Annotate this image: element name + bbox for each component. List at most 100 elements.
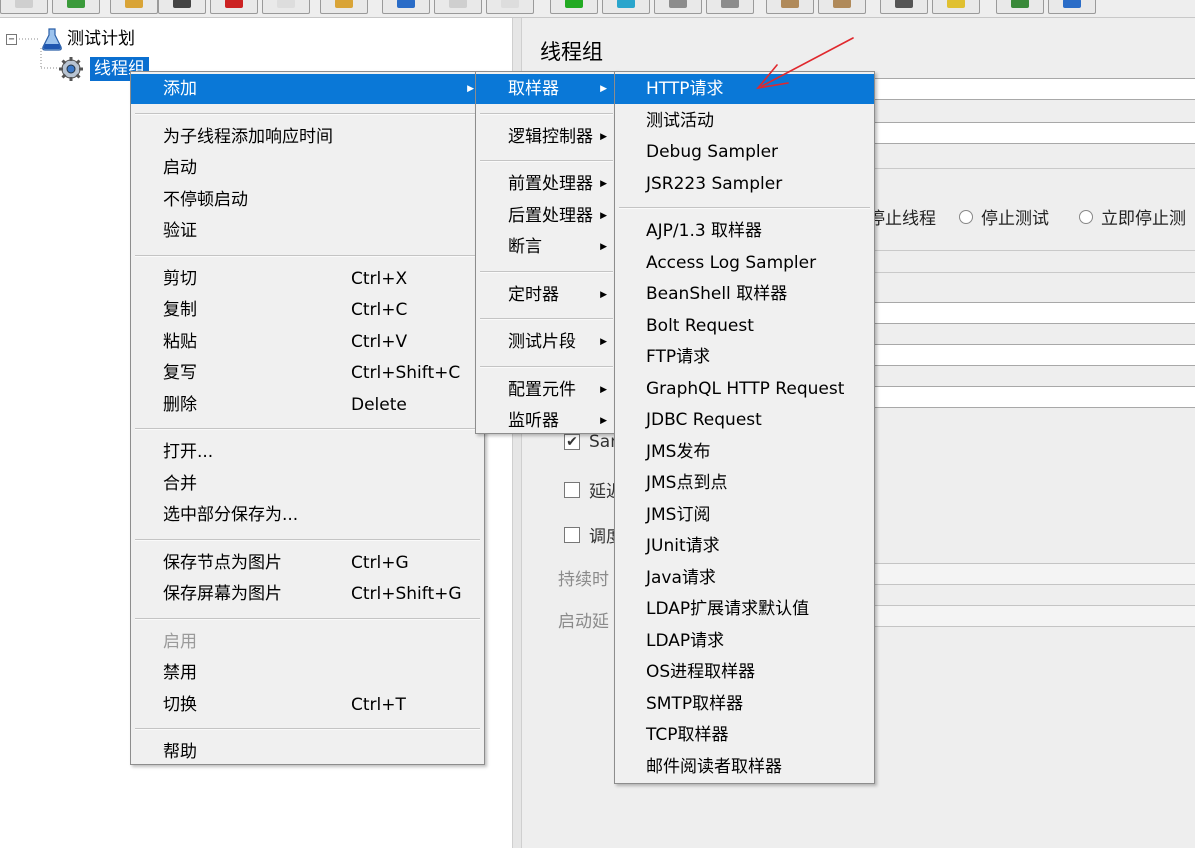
sampler-submenu-item-1-6[interactable]: JDBC Request <box>615 405 874 435</box>
sampler-submenu-item-0-0[interactable]: HTTP请求 <box>615 74 874 104</box>
sampler-submenu-item-1-16[interactable]: TCP取样器 <box>615 720 874 750</box>
add-submenu-item-0-0[interactable]: 取样器 ▶ <box>476 74 617 104</box>
add-submenu-item-5-1[interactable]: 监听器 ▶ <box>476 406 617 436</box>
context-menu-item-1-2[interactable]: 不停顿启动 <box>131 185 484 215</box>
add-submenu-item-2-0[interactable]: 前置处理器 ▶ <box>476 169 617 199</box>
radio-stop-thread[interactable]: 停止线程 <box>868 204 936 229</box>
threads-field[interactable] <box>872 302 1195 324</box>
divider <box>872 168 1195 169</box>
context-menu-item-2-3[interactable]: 复写 Ctrl+Shift+C <box>131 358 484 388</box>
toolbar <box>0 0 1195 18</box>
toolbar-button-paste[interactable] <box>320 0 368 14</box>
name-field[interactable] <box>872 78 1195 100</box>
radio-stop-test-now[interactable]: 立即停止测 <box>1079 204 1186 229</box>
submenu-arrow-icon: ▶ <box>600 179 607 189</box>
toolbar-button-reset-search[interactable] <box>932 0 980 14</box>
checkbox[interactable] <box>564 481 580 498</box>
sampler-submenu-item-1-4[interactable]: FTP请求 <box>615 342 874 372</box>
context-menu-item-6-0[interactable]: 帮助 <box>131 737 484 767</box>
checkbox[interactable]: ✔ <box>564 434 580 450</box>
toolbar-button-collapse[interactable] <box>434 0 482 14</box>
menu-item-label: GraphQL HTTP Request <box>646 378 845 399</box>
loop-count-field[interactable] <box>872 386 1195 408</box>
menu-item-label: 打开... <box>163 442 214 462</box>
sampler-submenu-item-1-2[interactable]: BeanShell 取样器 <box>615 279 874 309</box>
context-menu-item-4-1[interactable]: 保存屏幕为图片 Ctrl+Shift+G <box>131 579 484 609</box>
add-submenu-item-2-2[interactable]: 断言 ▶ <box>476 232 617 262</box>
context-menu-item-1-3[interactable]: 验证 <box>131 216 484 246</box>
context-menu-item-2-0[interactable]: 剪切 Ctrl+X <box>131 264 484 294</box>
add-submenu-item-1-0[interactable]: 逻辑控制器 ▶ <box>476 122 617 152</box>
menu-item-label: Debug Sampler <box>646 142 779 162</box>
sampler-submenu-item-1-17[interactable]: 邮件阅读者取样器 <box>615 752 874 782</box>
context-menu-item-1-0[interactable]: 为子线程添加响应时间 <box>131 122 484 152</box>
sampler-submenu-item-1-12[interactable]: LDAP扩展请求默认值 <box>615 594 874 624</box>
context-menu-item-4-0[interactable]: 保存节点为图片 Ctrl+G <box>131 548 484 578</box>
context-menu-item-5-2[interactable]: 切换 Ctrl+T <box>131 690 484 720</box>
toolbar-button-search[interactable] <box>880 0 928 14</box>
radio-button[interactable] <box>959 209 973 224</box>
comment-field[interactable] <box>872 122 1195 144</box>
tree-node-test-plan[interactable]: − 测试计划 <box>6 26 139 52</box>
toolbar-button-cut[interactable] <box>210 0 258 14</box>
toolbar-button-start-no-pause[interactable] <box>602 0 650 14</box>
context-menu-item-3-1[interactable]: 合并 <box>131 469 484 499</box>
toolbar-button-start[interactable] <box>550 0 598 14</box>
checkbox[interactable] <box>564 526 580 543</box>
startup-delay-field[interactable] <box>872 605 1195 627</box>
sampler-submenu-item-1-8[interactable]: JMS点到点 <box>615 468 874 498</box>
menu-item-label: 后置处理器 <box>508 205 593 226</box>
add-submenu-item-3-0[interactable]: 定时器 ▶ <box>476 280 617 310</box>
menu-item-label: 取样器 <box>508 79 559 99</box>
toolbar-button-expand[interactable] <box>382 0 430 14</box>
sampler-submenu-item-1-9[interactable]: JMS订阅 <box>615 500 874 530</box>
context-menu-item-5-1[interactable]: 禁用 <box>131 658 484 688</box>
sampler-submenu-item-1-10[interactable]: JUnit请求 <box>615 531 874 561</box>
context-menu-item-2-1[interactable]: 复制 Ctrl+C <box>131 295 484 325</box>
tree-collapse-toggle[interactable]: − <box>6 33 17 45</box>
context-menu-item-3-0[interactable]: 打开... <box>131 437 484 467</box>
sampler-submenu-item-1-3[interactable]: Bolt Request <box>615 311 874 341</box>
sampler-submenu-item-1-7[interactable]: JMS发布 <box>615 437 874 467</box>
context-menu-item-5-0[interactable]: 启用 <box>131 627 484 657</box>
menu-item-shortcut: Ctrl+Shift+G <box>351 584 462 604</box>
toolbar-button-toggle[interactable] <box>486 0 534 14</box>
add-submenu-item-2-1[interactable]: 后置处理器 ▶ <box>476 201 617 231</box>
sampler-submenu-item-0-3[interactable]: JSR223 Sampler <box>615 169 874 199</box>
sampler-submenu-item-1-14[interactable]: OS进程取样器 <box>615 657 874 687</box>
toolbar-button-function-helper[interactable] <box>996 0 1044 14</box>
sampler-submenu-item-1-0[interactable]: AJP/1.3 取样器 <box>615 216 874 246</box>
menu-item-label: 复写 <box>163 363 197 383</box>
toolbar-button-save[interactable] <box>158 0 206 14</box>
toolbar-button-shutdown[interactable] <box>706 0 754 14</box>
toolbar-button-stop[interactable] <box>654 0 702 14</box>
toolbar-button-open[interactable] <box>110 0 158 14</box>
toolbar-button-new[interactable] <box>0 0 48 14</box>
toolbar-button-help[interactable] <box>1048 0 1096 14</box>
toolbar-button-templates[interactable] <box>52 0 100 14</box>
radio-button[interactable] <box>1079 209 1093 224</box>
radio-stop-test[interactable]: 停止测试 <box>959 204 1049 229</box>
sampler-submenu-item-0-2[interactable]: Debug Sampler <box>615 137 874 167</box>
submenu-arrow-icon: ▶ <box>600 337 607 347</box>
add-submenu-item-5-0[interactable]: 配置元件 ▶ <box>476 375 617 405</box>
sampler-submenu-item-1-11[interactable]: Java请求 <box>615 563 874 593</box>
sampler-submenu-item-1-13[interactable]: LDAP请求 <box>615 626 874 656</box>
context-menu-item-0-0[interactable]: 添加 ▶ <box>131 74 484 104</box>
play-icon <box>565 0 583 8</box>
duration-field[interactable] <box>872 563 1195 585</box>
sampler-submenu-item-1-5[interactable]: GraphQL HTTP Request <box>615 374 874 404</box>
tree-dotted-connector <box>40 48 58 69</box>
toolbar-button-clear[interactable] <box>766 0 814 14</box>
toolbar-button-copy[interactable] <box>262 0 310 14</box>
sampler-submenu-item-0-1[interactable]: 测试活动 <box>615 106 874 136</box>
toolbar-button-clear-all[interactable] <box>818 0 866 14</box>
context-menu-item-1-1[interactable]: 启动 <box>131 153 484 183</box>
add-submenu-item-4-0[interactable]: 测试片段 ▶ <box>476 327 617 357</box>
context-menu-item-2-4[interactable]: 删除 Delete <box>131 390 484 420</box>
ramp-up-field[interactable] <box>872 344 1195 366</box>
sampler-submenu-item-1-15[interactable]: SMTP取样器 <box>615 689 874 719</box>
sampler-submenu-item-1-1[interactable]: Access Log Sampler <box>615 248 874 278</box>
context-menu-item-3-2[interactable]: 选中部分保存为... <box>131 500 484 530</box>
context-menu-item-2-2[interactable]: 粘贴 Ctrl+V <box>131 327 484 357</box>
